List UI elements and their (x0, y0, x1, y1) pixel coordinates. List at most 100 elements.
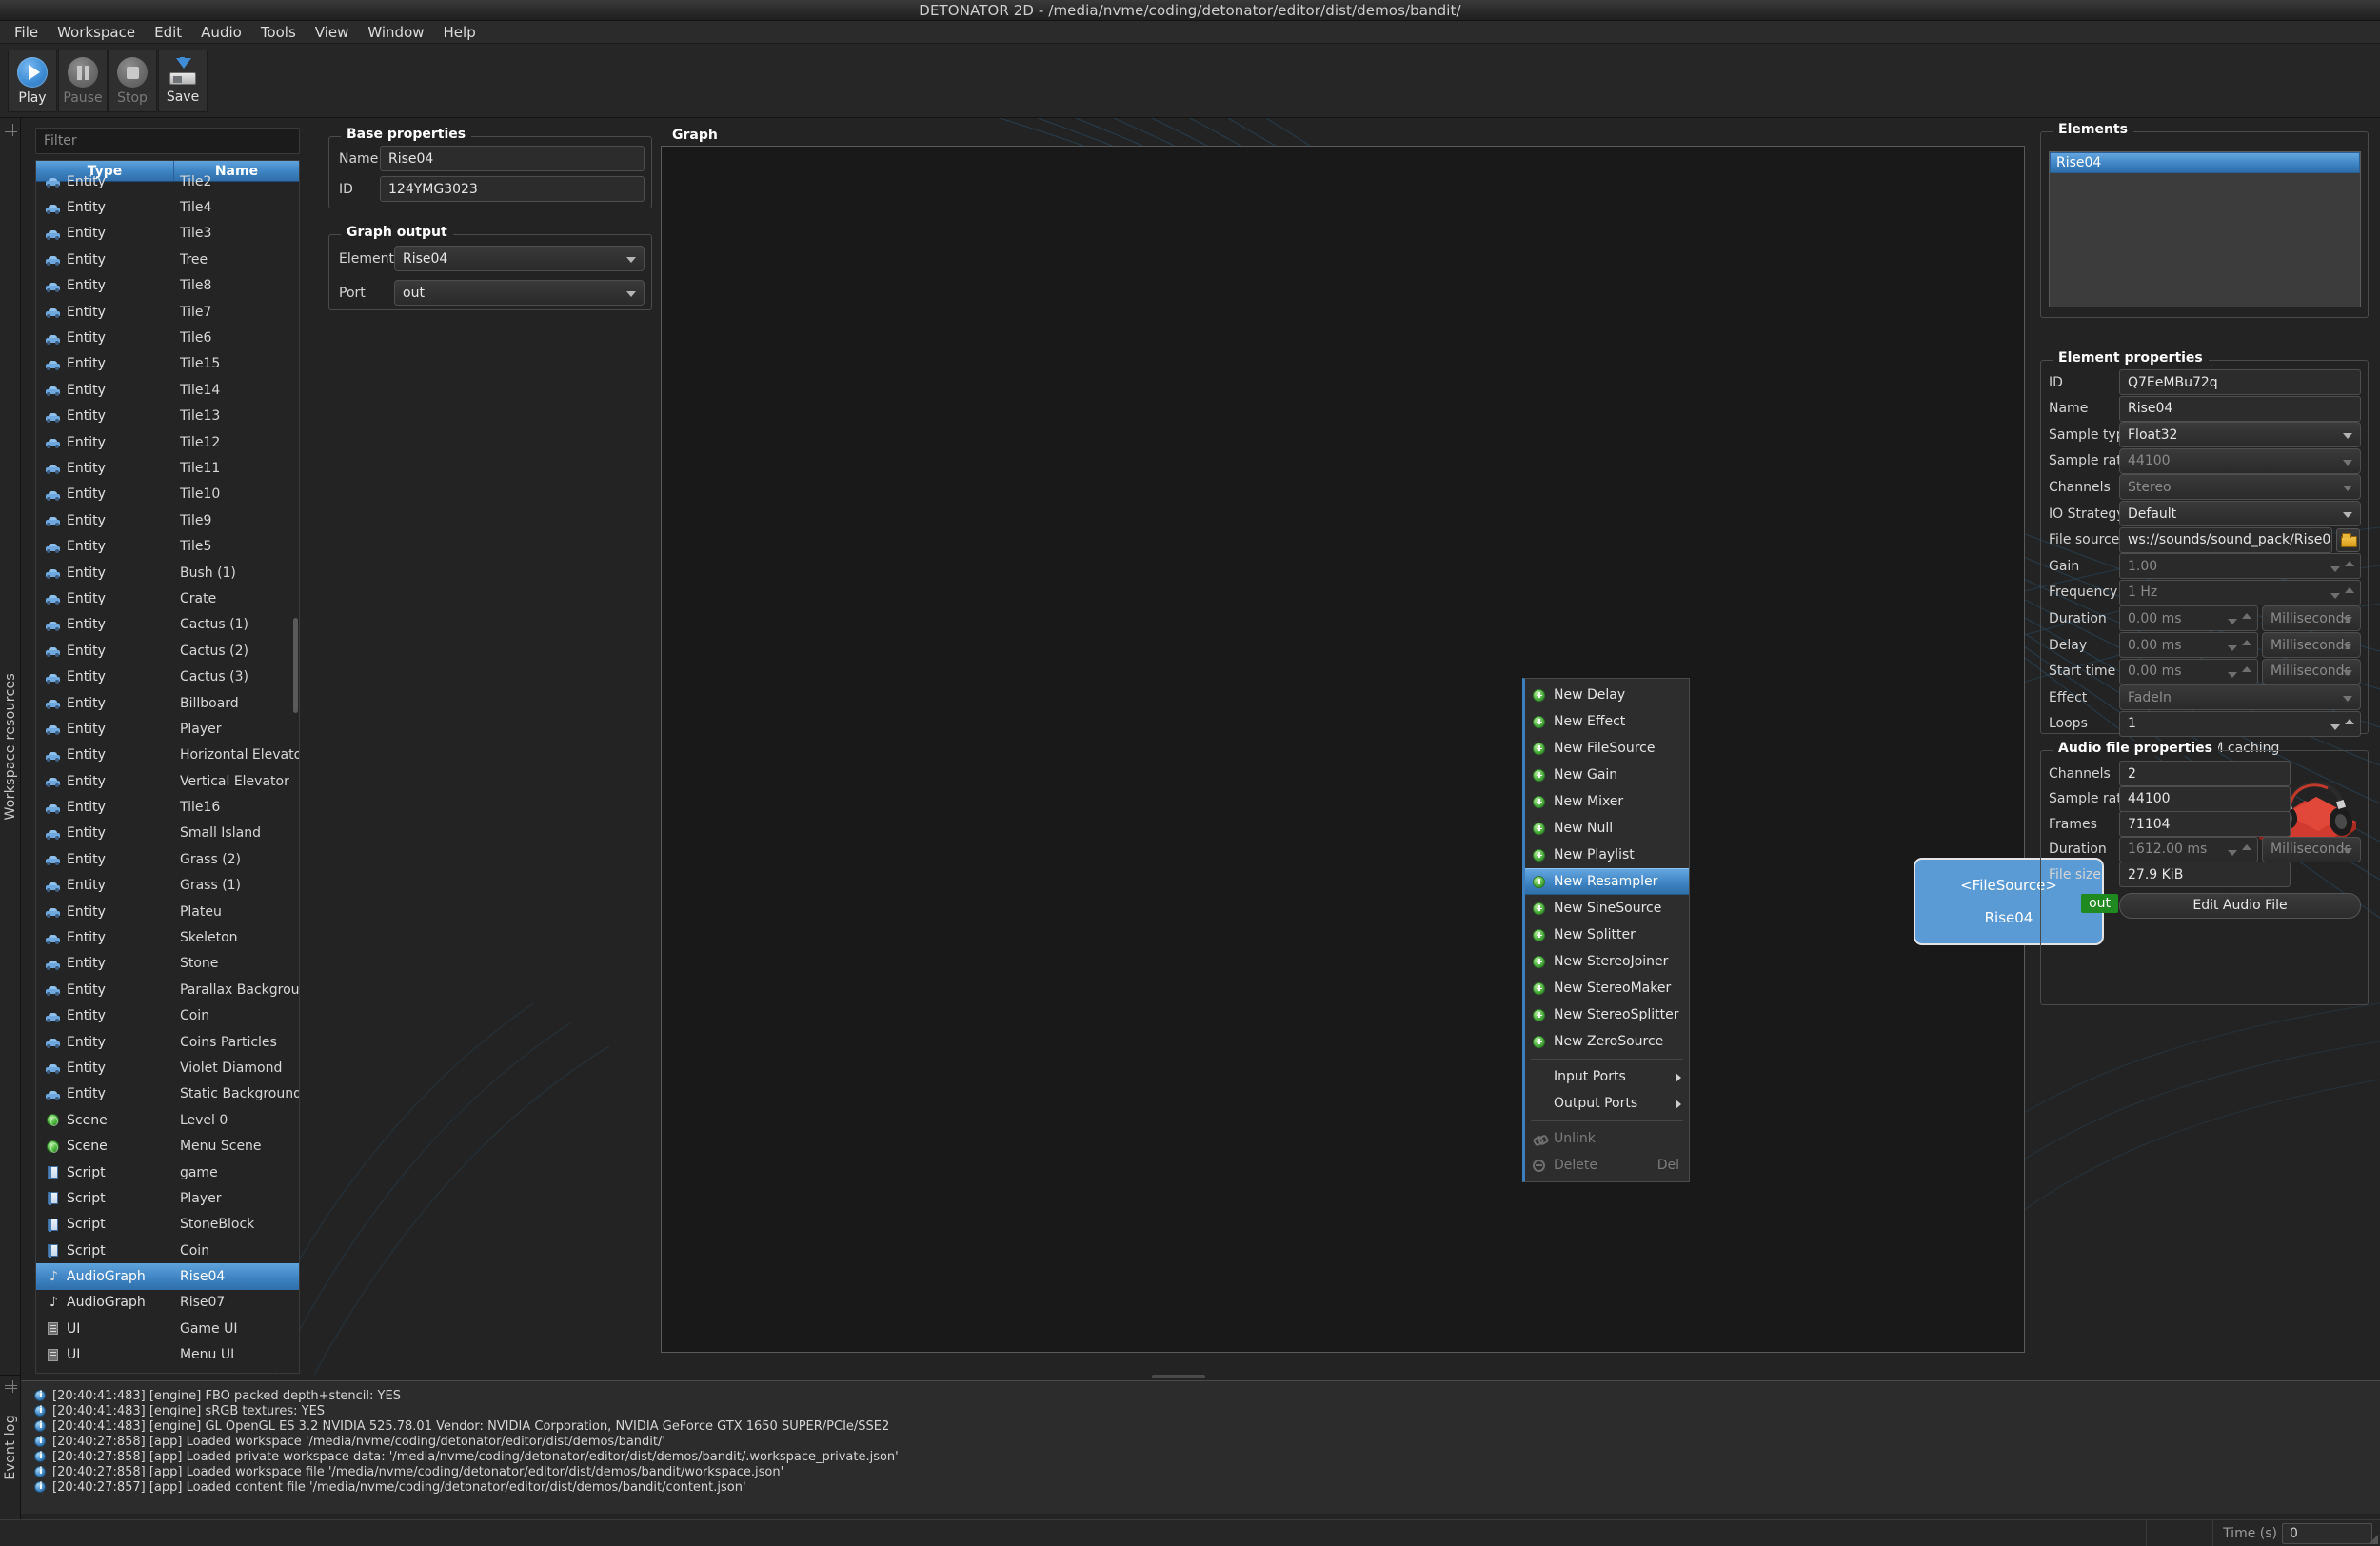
menu-item-edit[interactable]: Edit (145, 21, 191, 44)
spinner-arrows-icon[interactable] (2330, 719, 2354, 730)
log-splitter[interactable] (1152, 1375, 1205, 1378)
duration-unit-combo[interactable]: Milliseconds (2262, 605, 2361, 631)
context-menu-item-new-effect[interactable]: New Effect (1525, 708, 1689, 735)
table-row[interactable]: Scriptgame (36, 1160, 299, 1185)
duration-spinbox[interactable]: 1612.00 ms (2119, 837, 2258, 862)
delay-spinbox[interactable]: 0.00 ms (2119, 632, 2258, 658)
edit-audio-file-button[interactable]: Edit Audio File (2119, 893, 2361, 919)
sample-type-combo[interactable]: Float32 (2119, 422, 2361, 447)
table-row[interactable]: EntityTile8 (36, 273, 299, 299)
loops-spinbox[interactable]: 1 (2119, 711, 2361, 737)
context-menu-item-new-mixer[interactable]: New Mixer (1525, 788, 1689, 815)
context-menu-item-new-delay[interactable]: New Delay (1525, 682, 1689, 708)
play-button[interactable]: Play (8, 50, 57, 112)
table-row[interactable]: ScriptPlayer (36, 1185, 299, 1211)
context-menu-action-delete[interactable]: DeleteDel (1525, 1152, 1689, 1179)
name-input[interactable]: Rise04 (2119, 396, 2361, 422)
time-input[interactable]: 0 (2282, 1523, 2372, 1544)
menu-item-tools[interactable]: Tools (251, 21, 306, 44)
table-row[interactable]: ScriptStoneBlock (36, 1212, 299, 1238)
table-row[interactable]: EntityHorizontal Elevator (36, 743, 299, 768)
graph-context-menu[interactable]: New DelayNew EffectNew FileSourceNew Gai… (1522, 678, 1690, 1182)
table-row[interactable]: UIGame UI (36, 1316, 299, 1341)
context-menu-item-new-stereosplitter[interactable]: New StereoSplitter (1525, 1001, 1689, 1028)
table-row[interactable]: EntityTile15 (36, 351, 299, 377)
sample-rate-combo[interactable]: 44100 (2119, 448, 2361, 474)
table-row[interactable]: EntityVertical Elevator (36, 768, 299, 794)
table-row[interactable]: EntityCactus (1) (36, 612, 299, 638)
spinner-arrows-icon[interactable] (2228, 640, 2251, 651)
channels-combo[interactable]: Stereo (2119, 474, 2361, 500)
spinner-arrows-icon[interactable] (2228, 613, 2251, 624)
event-log-dock-grip[interactable] (5, 1380, 17, 1393)
table-row[interactable]: EntityCoin (36, 1003, 299, 1029)
context-menu-submenu-output-ports[interactable]: Output Ports (1525, 1090, 1689, 1117)
stop-button[interactable]: Stop (108, 50, 157, 112)
file-size-input[interactable]: 27.9 KiB (2119, 862, 2291, 887)
frequency-spinbox[interactable]: 1 Hz (2119, 580, 2361, 605)
spinner-arrows-icon[interactable] (2330, 561, 2354, 572)
file-source-input[interactable]: ws://sounds/sound_pack/Rise04.og (2119, 527, 2332, 553)
table-row[interactable]: EntityTile10 (36, 482, 299, 507)
table-row[interactable]: SceneMenu Scene (36, 1133, 299, 1159)
menu-item-view[interactable]: View (306, 21, 359, 44)
graph-canvas[interactable]: <FileSource> Rise04 out (661, 146, 2025, 1353)
list-item[interactable]: Rise04 (2050, 152, 2360, 173)
graph-output-port-combo[interactable]: out (394, 280, 645, 306)
table-row[interactable]: EntityBillboard (36, 690, 299, 716)
table-row[interactable]: EntitySkeleton (36, 924, 299, 950)
context-menu-item-new-zerosource[interactable]: New ZeroSource (1525, 1028, 1689, 1055)
pause-button[interactable]: Pause (58, 50, 108, 112)
start-time-unit-combo[interactable]: Milliseconds (2262, 659, 2361, 684)
duration-spinbox[interactable]: 0.00 ms (2119, 605, 2258, 631)
context-menu-submenu-input-ports[interactable]: Input Ports (1525, 1063, 1689, 1090)
resource-tree[interactable]: Type Name EntityTile2EntityTile4EntityTi… (35, 160, 300, 1374)
save-button[interactable]: Save (158, 50, 208, 112)
table-row[interactable]: EntityTile14 (36, 377, 299, 403)
context-menu-item-new-gain[interactable]: New Gain (1525, 762, 1689, 788)
table-row[interactable]: EntityTile13 (36, 404, 299, 429)
table-row[interactable]: ScriptCoin (36, 1238, 299, 1263)
delay-unit-combo[interactable]: Milliseconds (2262, 632, 2361, 658)
table-row[interactable]: EntityTile11 (36, 455, 299, 481)
table-row[interactable]: EntityGrass (2) (36, 846, 299, 872)
table-row[interactable]: EntityViolet Diamond (36, 1055, 299, 1080)
table-row[interactable]: EntityGrass (1) (36, 873, 299, 899)
channels-input[interactable]: 2 (2119, 761, 2291, 786)
effect-combo[interactable]: FadeIn (2119, 684, 2361, 710)
table-row[interactable]: EntityTile3 (36, 221, 299, 247)
menu-item-file[interactable]: File (5, 21, 48, 44)
workspace-dock-grip[interactable] (5, 124, 17, 136)
context-menu-item-new-resampler[interactable]: New Resampler (1525, 868, 1689, 895)
table-row[interactable]: EntityTile12 (36, 429, 299, 455)
table-row[interactable]: EntityTile5 (36, 533, 299, 559)
menu-item-audio[interactable]: Audio (191, 21, 251, 44)
io-strategy-combo[interactable]: Default (2119, 501, 2361, 526)
table-row[interactable]: EntityCrate (36, 585, 299, 611)
duration-unit-combo[interactable]: Milliseconds (2262, 837, 2361, 862)
table-row[interactable]: EntityTile2 (36, 168, 299, 194)
table-row[interactable]: EntityPlayer (36, 716, 299, 742)
context-menu-item-new-sinesource[interactable]: New SineSource (1525, 895, 1689, 922)
table-row[interactable]: SceneLevel 0 (36, 1107, 299, 1133)
table-row[interactable]: EntityCactus (2) (36, 638, 299, 664)
context-menu-item-new-splitter[interactable]: New Splitter (1525, 922, 1689, 948)
table-row[interactable]: EntityParallax Background (36, 977, 299, 1002)
context-menu-item-new-stereojoiner[interactable]: New StereoJoiner (1525, 948, 1689, 975)
sample-rate-input[interactable]: 44100 (2119, 786, 2291, 812)
context-menu-item-new-playlist[interactable]: New Playlist (1525, 842, 1689, 868)
event-log-panel[interactable]: [20:40:41:483] [engine] FBO packed depth… (21, 1380, 2380, 1514)
table-row[interactable]: EntityStone (36, 951, 299, 977)
table-row[interactable]: EntityTile4 (36, 194, 299, 220)
menu-item-window[interactable]: Window (358, 21, 433, 44)
base-id-input[interactable]: 124YMG3023 (380, 176, 645, 202)
id-input[interactable]: Q7EeMBu72q (2119, 369, 2361, 395)
table-row[interactable]: EntityStatic Background (36, 1081, 299, 1107)
table-row[interactable]: EntityTile6 (36, 325, 299, 350)
table-row[interactable]: EntityTile7 (36, 299, 299, 325)
table-row[interactable]: EntityBush (1) (36, 560, 299, 585)
table-row[interactable]: UIMenu UI (36, 1342, 299, 1368)
start-time-spinbox[interactable]: 0.00 ms (2119, 659, 2258, 684)
resource-tree-scrollbar[interactable] (293, 618, 298, 713)
table-row[interactable]: ♪AudioGraphRise04 (36, 1263, 299, 1289)
